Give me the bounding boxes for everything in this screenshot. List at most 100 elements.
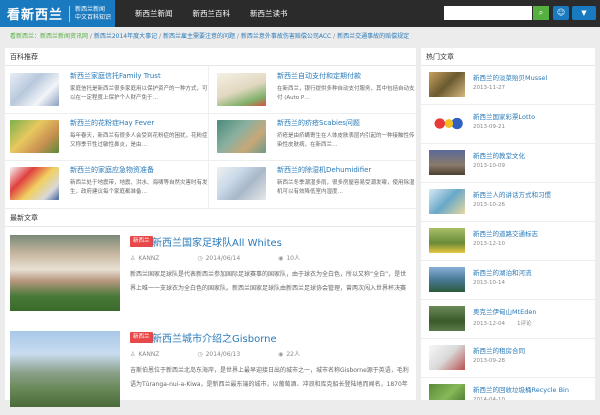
sidebar-item-date: 2013-10-26: [473, 202, 505, 208]
sidebar-item-title[interactable]: 新西兰人的讲话方式和习惯: [473, 189, 551, 199]
breadcrumb-item[interactable]: 新西兰雇主需要注意的问题: [163, 33, 235, 40]
wiki-item-title[interactable]: 新西兰的家庭应急物资准备: [70, 165, 154, 175]
logo-sub-line1: 新西兰新闻: [75, 5, 106, 13]
article-excerpt: 吉斯伯恩位于新西兰北岛东海岸，是世界上最早迎接日出的城市之一，城市名称Gisbo…: [130, 367, 409, 388]
sidebar-item[interactable]: 新西兰的教堂文化 2013-10-09: [421, 144, 595, 183]
breadcrumb-item[interactable]: 新西兰交通事故的赔偿规定: [337, 33, 409, 40]
author[interactable]: ♙ KANNZ: [130, 351, 177, 358]
nav-item-reading[interactable]: 新西兰读书: [240, 0, 298, 27]
sidebar-item-title[interactable]: 新西兰的湖泊和河流: [473, 267, 532, 277]
wiki-thumbnail[interactable]: [217, 120, 266, 153]
wiki-item[interactable]: 新西兰的疥疮Scabies问题 疥疮是由疥螨寄生在人体皮肤表层内引起的一种接触性…: [217, 115, 421, 158]
sidebar-item-date: 2013-09-28: [473, 358, 505, 364]
sidebar-thumbnail[interactable]: [429, 189, 465, 214]
wiki-item[interactable]: 新西兰家庭信托Family Trust 家庭信托是新西兰很多家庭用以保护资产的一…: [10, 68, 214, 111]
date: ◷ 2014/06/14: [197, 255, 258, 262]
nav-item-news[interactable]: 新西兰新闻: [125, 0, 183, 27]
wiki-item-desc: 每年春天，新西兰有很多人会受到花粉症的困扰，花粉症又称季节性过敏性鼻炎，是由…: [70, 133, 208, 148]
sidebar-thumbnail[interactable]: [429, 306, 465, 331]
wiki-item[interactable]: 新西兰自动支付和定期付款 在新西兰，银行提供多种自动支付服务，其中包括自动支付 …: [217, 68, 421, 111]
article-thumbnail[interactable]: [10, 235, 120, 311]
wiki-thumbnail[interactable]: [10, 120, 59, 153]
article-meta: ♙ KANNZ ◷ 2014/06/14 ◉ 10人: [130, 253, 336, 262]
user-icon: ♙: [130, 351, 136, 358]
wiki-item[interactable]: 新西兰的花粉症Hay Fever 每年春天，新西兰有很多人会受到花粉症的困扰，花…: [10, 115, 214, 158]
eye-icon: ◉: [278, 255, 284, 262]
date-value: 2014/06/13: [205, 351, 241, 358]
article-title[interactable]: 新西兰城市介绍之Gisborne: [152, 330, 277, 345]
top-header: 看新西兰 新西兰新闻 中文百科知识 新西兰新闻 新西兰百科 新西兰读书 ⌕ ☺ …: [0, 0, 600, 27]
sidebar-item-title[interactable]: 新西兰的回收垃圾桶Recycle Bin: [473, 384, 569, 394]
logo-sub-line2: 中文百科知识: [75, 13, 112, 21]
wiki-item-title[interactable]: 新西兰的疥疮Scabies问题: [277, 118, 360, 128]
wiki-item-desc: 疥疮是由疥螨寄生在人体皮肤表层内引起的一种接触性传染性皮肤病，在新西兰…: [277, 133, 415, 148]
sidebar-thumbnail[interactable]: [429, 72, 465, 97]
comment-count[interactable]: 1评论: [517, 321, 532, 327]
sidebar-item-date: 2013-09-21: [473, 124, 505, 130]
sidebar-item[interactable]: 新西兰国家彩票Lotto 2013-09-21: [421, 105, 595, 144]
wiki-item-title[interactable]: 新西兰自动支付和定期付款: [277, 71, 361, 81]
wiki-item-desc: 家庭信托是新西兰很多家庭用以保护资产的一种方式，可以在一定程度上保护个人财产免于…: [70, 86, 208, 101]
logo-tagline: 新西兰新闻 中文百科知识: [69, 5, 112, 22]
category-tag[interactable]: 新西兰: [130, 332, 153, 343]
wiki-item-title[interactable]: 新西兰的花粉症Hay Fever: [70, 118, 154, 128]
sidebar-thumbnail[interactable]: [429, 111, 465, 136]
views: ◉ 22人: [278, 351, 318, 358]
logo-text: 看新西兰: [7, 8, 64, 23]
sidebar-panel: 热门文章 新西兰的淡菜贻贝Mussel 2013-11-27 新西兰国家彩票Lo…: [421, 48, 595, 400]
panel-title: 最新文章: [5, 209, 416, 227]
wiki-thumbnail[interactable]: [217, 167, 266, 200]
wiki-item-title[interactable]: 新西兰的除湿机Dehumidifier: [277, 165, 371, 175]
sidebar-item-title[interactable]: 新西兰国家彩票Lotto: [473, 111, 535, 121]
sidebar-item-title[interactable]: 新西兰的租房合同: [473, 345, 525, 355]
search-input[interactable]: [444, 6, 532, 20]
sidebar-item[interactable]: 新西兰的淡菜贻贝Mussel 2013-11-27: [421, 66, 595, 105]
article-item: 新西兰 新西兰国家足球队All Whites ♙ KANNZ ◷ 2014/06/1…: [10, 235, 411, 319]
breadcrumb-item[interactable]: 新西兰意外事故伤害赔偿公司ACC: [241, 33, 331, 40]
search-button[interactable]: ⌕: [533, 6, 549, 20]
article-meta: ♙ KANNZ ◷ 2014/06/13 ◉ 22人: [130, 349, 336, 358]
clock-icon: ◷: [197, 255, 203, 262]
article-thumbnail[interactable]: [10, 331, 120, 407]
wiki-thumbnail[interactable]: [10, 167, 59, 200]
sidebar-item[interactable]: 新西兰的湖泊和河流 2013-10-14: [421, 261, 595, 300]
sidebar-item-title[interactable]: 新西兰的淡菜贻贝Mussel: [473, 72, 547, 82]
wiki-item[interactable]: 新西兰的除湿机Dehumidifier 新西兰冬季潮湿多雨，很多房屋容易受潮发霉…: [217, 162, 421, 205]
wiki-item[interactable]: 新西兰的家庭应急物资准备 新西兰处于地震带，地震、洪水、海啸等自然灾害时有发生，…: [10, 162, 214, 205]
breadcrumb-item[interactable]: 新西兰2014年度大事记: [94, 33, 157, 40]
sidebar-item[interactable]: 新西兰的租房合同 2013-09-28: [421, 339, 595, 378]
nav-item-wiki[interactable]: 新西兰百科: [183, 0, 241, 27]
wiki-item-desc: 在新西兰，银行提供多种自动支付服务，其中包括自动支付 (Auto P…: [277, 86, 415, 101]
user-icon: ♙: [130, 255, 136, 262]
sidebar-thumbnail[interactable]: [429, 150, 465, 175]
wiki-item-title[interactable]: 新西兰家庭信托Family Trust: [70, 71, 161, 81]
sidebar-thumbnail[interactable]: [429, 267, 465, 292]
sidebar-item[interactable]: 新西兰的回收垃圾桶Recycle Bin 2014-04-10: [421, 378, 595, 400]
sidebar-item-title[interactable]: 新西兰的道路交通标志: [473, 228, 538, 238]
wiki-thumbnail[interactable]: [217, 73, 266, 106]
wiki-panel: 百科推荐 新西兰家庭信托Family Trust 家庭信托是新西兰很多家庭用以保…: [5, 48, 416, 208]
menu-dropdown-button[interactable]: ▼: [572, 6, 596, 20]
sidebar-item-title[interactable]: 奥克兰伊甸山MtEden: [473, 306, 537, 316]
wiki-item-desc: 新西兰处于地震带，地震、洪水、海啸等自然灾害时有发生，政府建议每个家庭都准备…: [70, 180, 208, 195]
author[interactable]: ♙ KANNZ: [130, 255, 177, 262]
sidebar-item[interactable]: 新西兰人的讲话方式和习惯 2013-10-26: [421, 183, 595, 222]
user-button[interactable]: ☺: [553, 6, 569, 20]
divider: [5, 113, 416, 114]
article-title[interactable]: 新西兰国家足球队All Whites: [152, 234, 282, 249]
sidebar-thumbnail[interactable]: [429, 345, 465, 370]
sidebar-item-date: 2013-10-09: [473, 163, 505, 169]
sidebar-item[interactable]: 奥克兰伊甸山MtEden 2013-12-04 1评论: [421, 300, 595, 339]
sidebar-thumbnail[interactable]: [429, 228, 465, 253]
wiki-item-desc: 新西兰冬季潮湿多雨，很多房屋容易受潮发霉，使用除湿机可以有效降低室内湿度…: [277, 180, 415, 195]
sidebar-item-date: 2013-12-04 1评论: [473, 319, 531, 327]
sidebar-item-title[interactable]: 新西兰的教堂文化: [473, 150, 525, 160]
views-value: 10人: [286, 255, 300, 262]
sidebar-thumbnail[interactable]: [429, 384, 465, 400]
sidebar-item-date: 2013-11-27: [473, 85, 505, 91]
wiki-thumbnail[interactable]: [10, 73, 59, 106]
category-tag[interactable]: 新西兰: [130, 236, 153, 247]
sidebar-item[interactable]: 新西兰的道路交通标志 2013-12-10: [421, 222, 595, 261]
site-logo[interactable]: 看新西兰 新西兰新闻 中文百科知识: [0, 0, 115, 27]
breadcrumb-item[interactable]: 看新西兰：新西兰新闻资讯网: [10, 33, 88, 40]
